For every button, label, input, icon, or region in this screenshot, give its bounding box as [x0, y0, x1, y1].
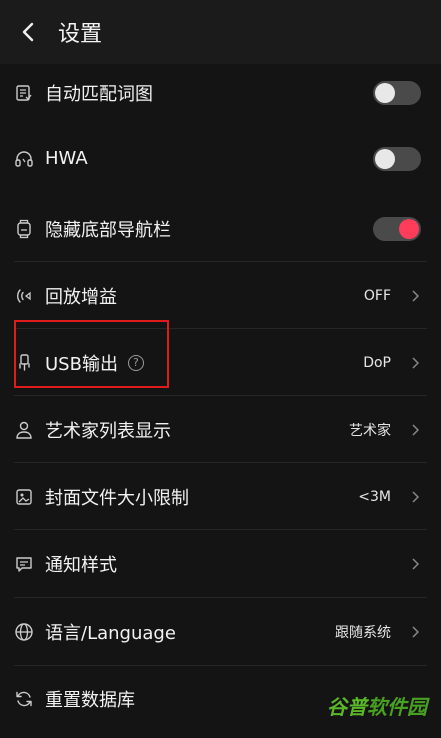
setting-notification-style[interactable]: 通知样式 — [0, 530, 441, 598]
setting-label: 回放增益 — [45, 286, 117, 308]
setting-cover-size-limit[interactable]: 封面文件大小限制 <3M — [0, 463, 441, 530]
toggle-knob — [375, 148, 395, 169]
setting-label: 艺术家列表显示 — [45, 420, 171, 442]
globe-icon — [14, 622, 34, 642]
setting-value: DoP — [363, 354, 391, 371]
message-icon — [14, 554, 34, 574]
headphones-icon — [14, 149, 34, 169]
chevron-right-icon — [411, 423, 419, 436]
setting-right: OFF — [364, 262, 419, 329]
auto-match-toggle[interactable] — [373, 81, 421, 105]
setting-value: OFF — [363, 287, 391, 304]
chevron-right-icon — [411, 289, 419, 302]
setting-label: 通知样式 — [45, 555, 117, 576]
setting-right: <3M — [358, 463, 419, 530]
hwa-toggle[interactable] — [373, 146, 421, 171]
settings-list: 自动匹配词图 HWA 隐藏底部导航栏 回放增益 OFF USB输出 ? DoP … — [0, 64, 441, 731]
chevron-left-icon — [22, 22, 34, 42]
setting-hide-bottom-nav[interactable]: 隐藏底部导航栏 — [0, 195, 441, 262]
setting-artist-list-display[interactable]: 艺术家列表显示 艺术家 — [0, 396, 441, 463]
hide-nav-toggle[interactable] — [373, 216, 421, 241]
setting-auto-match-lyrics[interactable]: 自动匹配词图 — [0, 64, 441, 122]
setting-value: 跟随系统 — [335, 625, 391, 641]
watermark-part-b: 软件园 — [367, 695, 427, 719]
setting-hwa[interactable]: HWA — [0, 122, 441, 195]
setting-label: 重置数据库 — [45, 689, 135, 711]
chevron-right-icon — [411, 356, 419, 369]
setting-value: 艺术家 — [349, 422, 391, 439]
setting-right: DoP — [363, 329, 419, 396]
setting-label: 隐藏底部导航栏 — [45, 219, 171, 241]
chevron-right-icon — [411, 558, 419, 570]
setting-label: 自动匹配词图 — [45, 84, 153, 105]
watermark-logo: 谷普 软件园 — [327, 691, 427, 720]
lyrics-image-icon — [14, 83, 34, 103]
watch-icon — [14, 219, 34, 239]
cover-image-icon — [14, 487, 34, 507]
setting-right: 跟随系统 — [335, 598, 419, 666]
toggle-knob — [399, 218, 419, 239]
setting-label: HWA — [45, 148, 88, 169]
chevron-right-icon — [411, 490, 419, 503]
setting-right — [411, 530, 419, 598]
header-bar: 设置 — [0, 0, 441, 64]
setting-value: <3M — [358, 488, 391, 505]
back-button[interactable] — [18, 22, 38, 42]
refresh-icon — [14, 689, 34, 709]
page-title: 设置 — [58, 22, 103, 47]
setting-replay-gain[interactable]: 回放增益 OFF — [0, 262, 441, 329]
setting-label: 语言/Language — [45, 623, 176, 644]
chevron-right-icon — [411, 626, 419, 638]
signal-waves-icon — [14, 286, 34, 306]
setting-label: 封面文件大小限制 — [45, 487, 189, 509]
setting-right: 艺术家 — [349, 396, 419, 463]
person-icon — [14, 420, 34, 440]
highlight-box — [14, 320, 169, 388]
toggle-knob — [375, 83, 395, 103]
setting-language[interactable]: 语言/Language 跟随系统 — [0, 598, 441, 666]
watermark-part-a: 谷普 — [327, 695, 367, 719]
